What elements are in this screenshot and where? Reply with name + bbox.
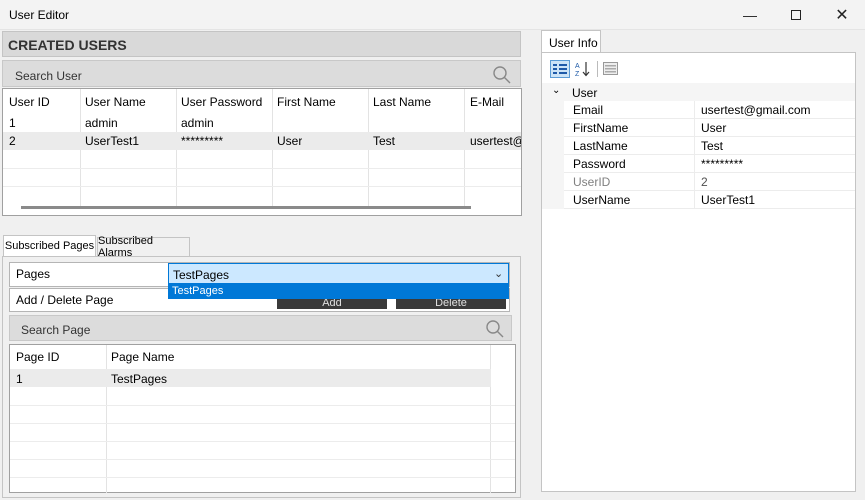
search-icon[interactable] [485,319,505,339]
property-pages-button[interactable] [602,60,620,78]
tab-user-info[interactable]: User Info [541,30,601,53]
col-page-id[interactable]: Page ID [16,350,59,364]
users-grid[interactable]: User ID User Name User Password First Na… [2,88,522,216]
col-user-name[interactable]: User Name [85,95,146,109]
search-page-bar[interactable]: Search Page [9,315,512,341]
created-users-header: CREATED USERS [2,31,521,57]
categorized-button[interactable] [550,60,570,78]
col-user-id[interactable]: User ID [9,95,50,109]
table-row[interactable]: 2 UserTest1 ********* User Test usertest… [3,132,521,150]
pages-grid[interactable]: Page ID Page Name 1 TestPages [9,344,516,493]
pages-label: Pages [16,267,51,281]
property-userid: UserID 2 [564,173,855,191]
col-first-name[interactable]: First Name [277,95,336,109]
pages-select[interactable]: TestPages ⌄ [168,263,509,285]
property-email[interactable]: Email usertest@gmail.com [564,101,855,119]
table-row[interactable]: 1 admin admin [3,114,521,132]
category-label: User [572,86,598,100]
svg-text:A: A [575,63,580,70]
maximize-button[interactable] [773,0,819,30]
window-title: User Editor [9,8,70,22]
col-email[interactable]: E-Mail [470,95,504,109]
minimize-button[interactable]: — [727,0,773,30]
title-bar: User Editor — ✕ [0,0,865,30]
col-last-name[interactable]: Last Name [373,95,431,109]
add-delete-label: Add / Delete Page [16,293,114,307]
user-info-panel: A Z ⌄ User Email usertest@gmail.com Firs… [541,52,856,492]
tab-subscribed-pages[interactable]: Subscribed Pages [3,235,96,256]
property-username[interactable]: UserName UserTest1 [564,191,855,209]
pages-dropdown-list[interactable]: TestPages [168,283,509,299]
category-user[interactable]: ⌄ User [542,83,855,101]
close-icon: ✕ [835,7,849,24]
search-icon[interactable] [492,65,512,85]
property-firstname[interactable]: FirstName User [564,119,855,137]
maximize-icon [791,10,801,20]
tab-subscribed-alarms[interactable]: Subscribed Alarms [97,235,190,259]
search-user-input[interactable]: Search User [15,69,82,83]
search-page-input[interactable]: Search Page [21,323,90,337]
chevron-down-icon: ⌄ [494,268,504,280]
pages-select-value: TestPages [173,268,230,282]
property-password[interactable]: Password ********* [564,155,855,173]
property-pages-icon [603,62,618,75]
svg-text:Z: Z [575,71,580,77]
horizontal-scrollbar[interactable] [21,206,471,209]
table-row[interactable]: 1 TestPages [10,369,491,387]
alphabetical-button[interactable]: A Z [573,60,593,78]
categorized-icon [553,64,567,74]
search-user-bar[interactable]: Search User [2,60,521,87]
property-lastname[interactable]: LastName Test [564,137,855,155]
col-user-password[interactable]: User Password [181,95,262,109]
close-button[interactable]: ✕ [819,0,865,30]
chevron-down-icon[interactable]: ⌄ [552,85,560,96]
minimize-icon: — [743,7,757,23]
dropdown-option[interactable]: TestPages [172,285,223,297]
col-page-name[interactable]: Page Name [111,350,174,364]
sort-az-icon: A Z [575,62,590,77]
created-users-title: CREATED USERS [8,37,127,53]
